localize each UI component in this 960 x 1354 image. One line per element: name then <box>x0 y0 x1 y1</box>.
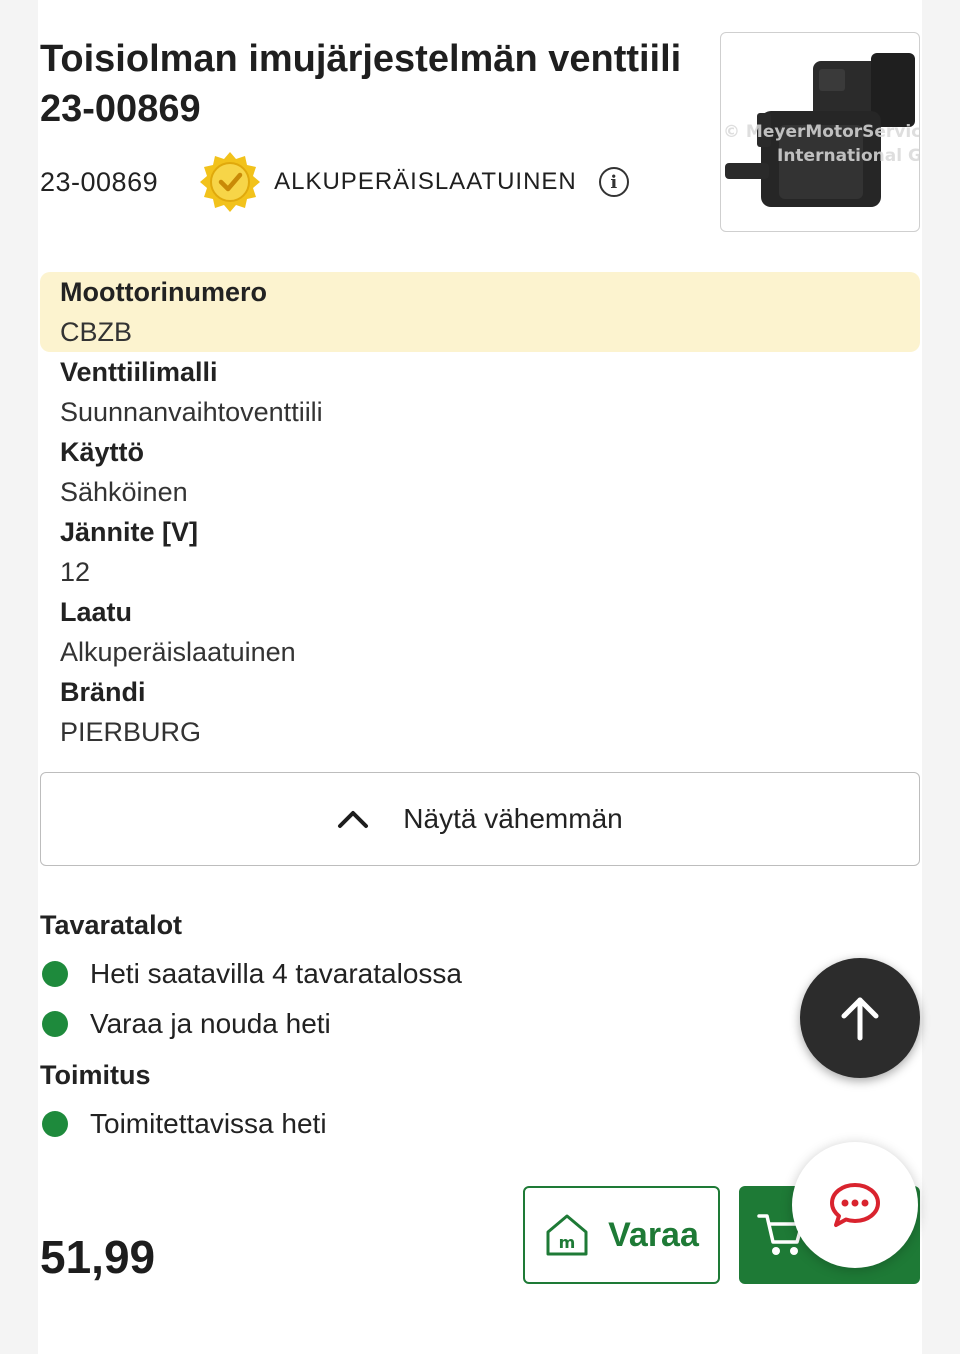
status-dot <box>42 961 68 987</box>
product-price: 51,99 <box>40 1231 156 1283</box>
spec-value: PIERBURG <box>60 717 202 747</box>
availability-item: Heti saatavilla 4 tavaratalossa <box>40 958 462 990</box>
svg-text:m: m <box>559 1233 576 1252</box>
spec-label: Moottorinumero <box>60 277 267 307</box>
spec-value: Alkuperäislaatuinen <box>60 637 296 667</box>
reserve-button[interactable]: m Varaa <box>523 1186 720 1284</box>
availability-text: Heti saatavilla 4 tavaratalossa <box>90 958 462 989</box>
spec-list: Moottorinumero CBZB Venttiilimalli Suunn… <box>40 272 920 752</box>
spec-row: Venttiilimalli Suunnanvaihtoventtiili <box>40 352 920 432</box>
spec-value: 12 <box>60 557 91 587</box>
reserve-label: Varaa <box>608 1215 699 1254</box>
chevron-up-icon <box>338 811 369 828</box>
arrow-up-icon <box>841 997 879 1041</box>
product-image[interactable]: © MeyerMotorService International GmbH <box>720 32 920 232</box>
show-less-button[interactable]: Näytä vähemmän <box>40 772 920 866</box>
spec-row: Moottorinumero CBZB <box>40 272 920 352</box>
info-icon[interactable]: i <box>598 167 629 197</box>
spec-label: Brändi <box>60 677 146 707</box>
scroll-to-top-button[interactable] <box>800 958 920 1078</box>
spec-value: CBZB <box>60 317 133 347</box>
product-title: Toisiolman imujärjestelmän venttiili 23-… <box>40 38 682 130</box>
image-watermark-2: International GmbH <box>777 146 920 166</box>
availability-text: Toimitettavissa heti <box>90 1108 327 1139</box>
show-less-label: Näytä vähemmän <box>403 803 623 834</box>
spec-label: Käyttö <box>60 437 145 467</box>
spec-row: Brändi PIERBURG <box>40 672 920 752</box>
availability-text: Varaa ja nouda heti <box>90 1008 331 1039</box>
spec-row: Käyttö Sähköinen <box>40 432 920 512</box>
spec-value: Sähköinen <box>60 477 188 507</box>
stores-title: Tavaratalot <box>40 910 183 940</box>
availability-item: Toimitettavissa heti <box>40 1108 327 1140</box>
product-meta-row: 23-00869 ALKUPERÄISLAATUINEN i <box>40 150 629 214</box>
spec-label: Jännite [V] <box>60 517 199 547</box>
spec-label: Laatu <box>60 597 133 627</box>
chat-button[interactable] <box>792 1142 918 1268</box>
status-dot <box>42 1011 68 1037</box>
chat-icon <box>830 1183 880 1227</box>
store-icon: m <box>546 1214 588 1256</box>
image-watermark: © MeyerMotorService <box>723 122 920 142</box>
status-dot <box>42 1111 68 1137</box>
quality-seal-icon <box>198 150 262 214</box>
spec-value: Suunnanvaihtoventtiili <box>60 397 323 427</box>
spec-label: Venttiilimalli <box>60 357 218 387</box>
spec-row: Laatu Alkuperäislaatuinen <box>40 592 920 672</box>
spec-row: Jännite [V] 12 <box>40 512 920 592</box>
quality-badge-label: ALKUPERÄISLAATUINEN <box>274 168 577 195</box>
availability-item: Varaa ja nouda heti <box>40 1008 331 1040</box>
delivery-title: Toimitus <box>40 1060 151 1090</box>
product-sku: 23-00869 <box>40 166 159 197</box>
